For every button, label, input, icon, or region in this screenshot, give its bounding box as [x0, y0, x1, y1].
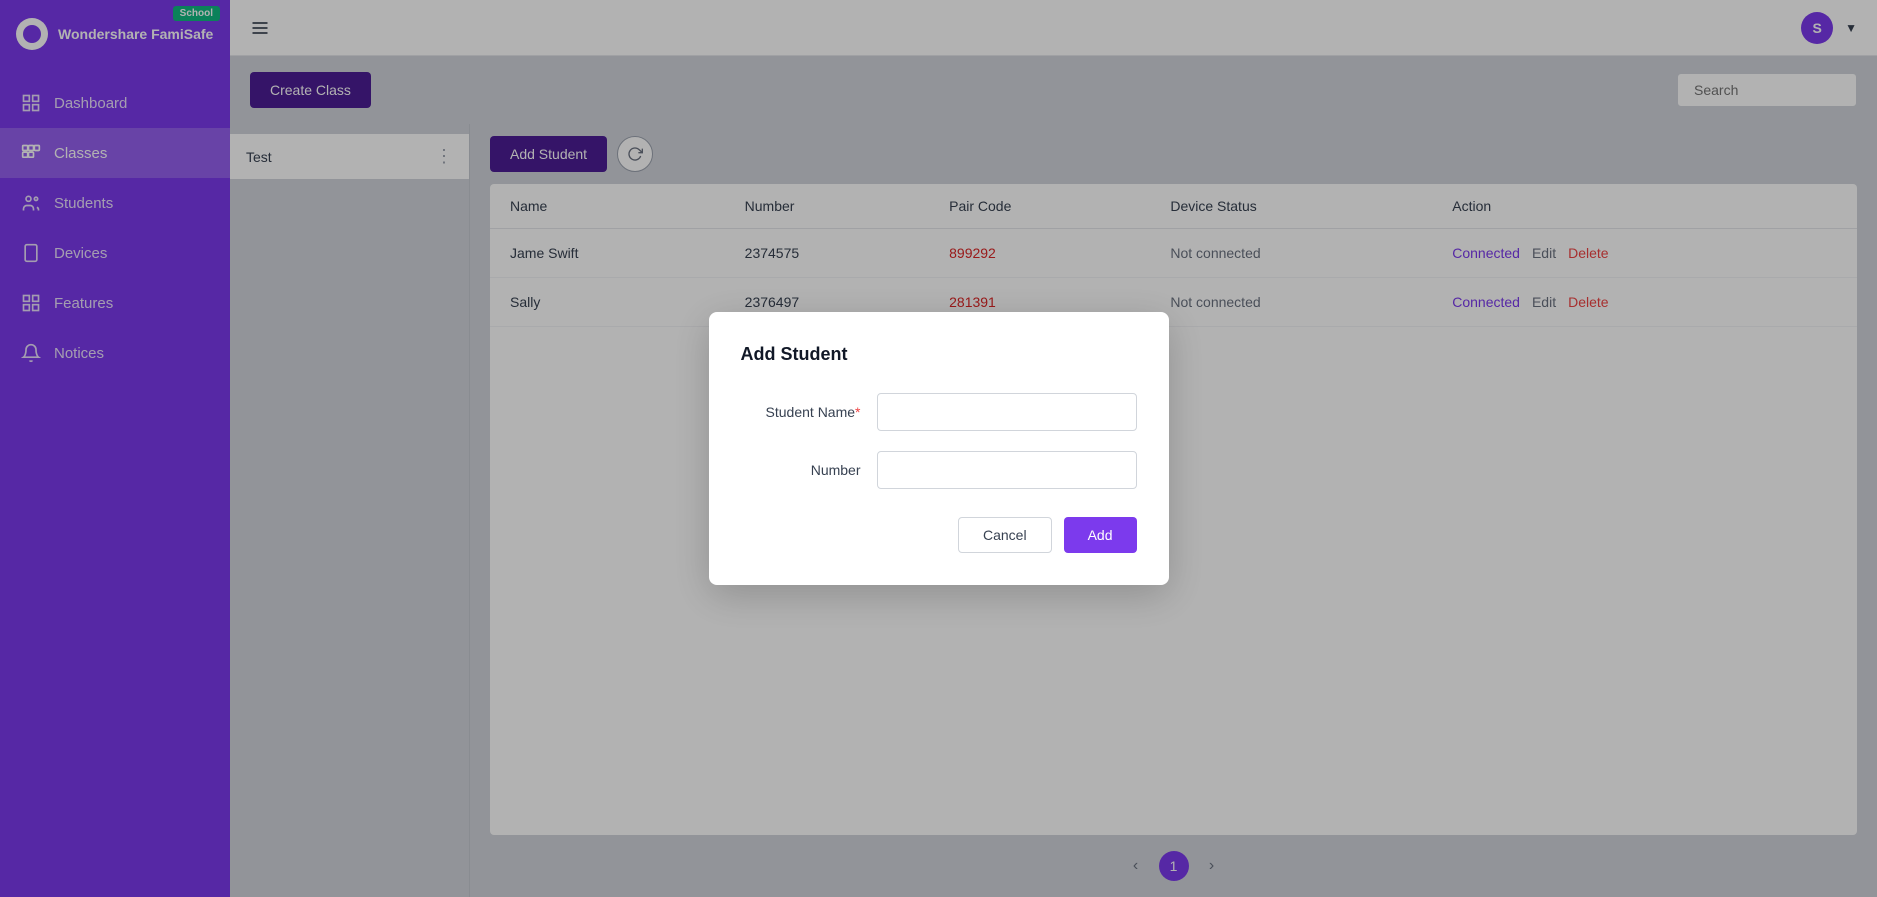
- modal-title: Add Student: [741, 344, 1137, 365]
- number-group: Number: [741, 451, 1137, 489]
- modal-actions: Cancel Add: [741, 517, 1137, 553]
- add-student-modal: Add Student Student Name* Number Cancel …: [709, 312, 1169, 585]
- number-input[interactable]: [877, 451, 1137, 489]
- student-name-label: Student Name*: [741, 404, 861, 420]
- student-name-group: Student Name*: [741, 393, 1137, 431]
- add-button[interactable]: Add: [1064, 517, 1137, 553]
- student-name-input[interactable]: [877, 393, 1137, 431]
- cancel-button[interactable]: Cancel: [958, 517, 1052, 553]
- modal-overlay: Add Student Student Name* Number Cancel …: [0, 0, 1877, 897]
- number-label: Number: [741, 462, 861, 478]
